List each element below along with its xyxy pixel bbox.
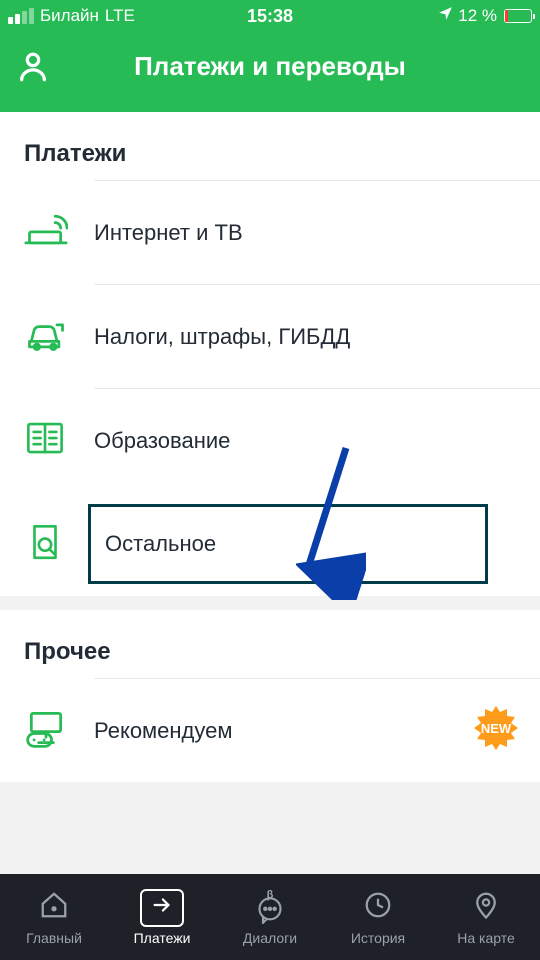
row-recommend[interactable]: Рекомендуем NEW <box>0 678 540 782</box>
signal-icon <box>8 8 34 24</box>
network-label: LTE <box>105 6 135 26</box>
router-icon <box>24 208 68 257</box>
tab-label: История <box>351 930 405 946</box>
clock: 15:38 <box>247 6 293 27</box>
gamepad-icon <box>24 706 68 755</box>
arrow-right-icon <box>149 894 175 921</box>
tab-history[interactable]: История <box>324 874 432 960</box>
page-title: Платежи и переводы <box>10 51 530 82</box>
chat-icon <box>255 896 285 929</box>
pin-icon <box>471 890 501 925</box>
tab-payments[interactable]: Платежи <box>108 874 216 960</box>
row-label: Образование <box>94 428 230 454</box>
tab-map[interactable]: На карте <box>432 874 540 960</box>
row-label: Налоги, штрафы, ГИБДД <box>94 324 350 350</box>
new-badge: NEW <box>472 704 520 758</box>
row-taxes-fines[interactable]: Налоги, штрафы, ГИБДД <box>0 284 540 388</box>
row-other-highlighted[interactable]: Остальное <box>0 492 540 596</box>
header: Платежи и переводы <box>0 32 540 112</box>
tab-label: На карте <box>457 930 515 946</box>
row-label: Рекомендуем <box>94 718 233 744</box>
section-other-title: Прочее <box>0 610 540 678</box>
tab-label: Диалоги <box>243 930 297 946</box>
book-icon <box>24 417 66 464</box>
tab-main[interactable]: Главный <box>0 874 108 960</box>
search-document-icon <box>24 521 66 568</box>
car-icon <box>24 312 68 361</box>
status-bar: Билайн LTE 15:38 12 % <box>0 0 540 32</box>
carrier-label: Билайн <box>40 6 99 26</box>
section-payments-title: Платежи <box>0 112 540 180</box>
tab-label: Главный <box>26 930 82 946</box>
location-icon <box>437 5 454 27</box>
home-icon <box>39 890 69 925</box>
row-education[interactable]: Образование <box>0 388 540 492</box>
svg-text:NEW: NEW <box>481 721 512 736</box>
tab-dialogs[interactable]: β Диалоги <box>216 874 324 960</box>
profile-icon[interactable] <box>16 50 50 89</box>
tab-bar: Главный Платежи β Диалоги История На кар… <box>0 874 540 960</box>
tab-label: Платежи <box>134 930 191 946</box>
battery-icon <box>504 9 532 23</box>
clock-icon <box>363 890 393 925</box>
row-label: Интернет и ТВ <box>94 220 243 246</box>
row-internet-tv[interactable]: Интернет и ТВ <box>0 180 540 284</box>
row-label: Остальное <box>105 531 216 557</box>
battery-pct: 12 % <box>458 6 497 26</box>
selection-box: Остальное <box>88 504 488 584</box>
